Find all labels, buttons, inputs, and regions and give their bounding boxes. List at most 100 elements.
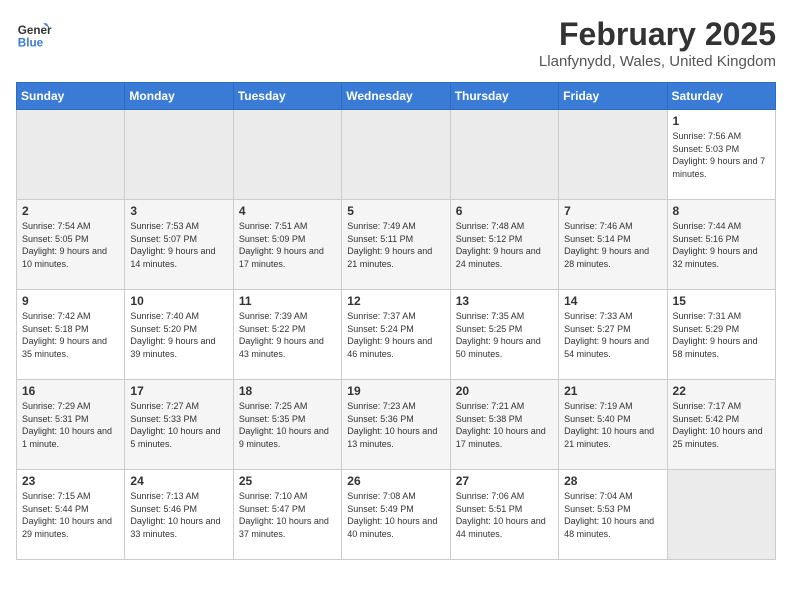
- day-number: 12: [347, 294, 444, 308]
- cell-info-text: Sunrise: 7:27 AM Sunset: 5:33 PM Dayligh…: [130, 400, 227, 450]
- day-number: 16: [22, 384, 119, 398]
- cell-info-text: Sunrise: 7:44 AM Sunset: 5:16 PM Dayligh…: [673, 220, 770, 270]
- calendar-cell: 28 Sunrise: 7:04 AM Sunset: 5:53 PM Dayli…: [559, 470, 667, 560]
- cell-info-text: Sunrise: 7:29 AM Sunset: 5:31 PM Dayligh…: [22, 400, 119, 450]
- calendar-cell: [233, 110, 341, 200]
- cell-info-text: Sunrise: 7:39 AM Sunset: 5:22 PM Dayligh…: [239, 310, 336, 360]
- calendar-cell: 8 Sunrise: 7:44 AM Sunset: 5:16 PM Daylig…: [667, 200, 775, 290]
- day-number: 21: [564, 384, 661, 398]
- calendar-cell: [125, 110, 233, 200]
- day-number: 15: [673, 294, 770, 308]
- calendar-cell: 15 Sunrise: 7:31 AM Sunset: 5:29 PM Dayli…: [667, 290, 775, 380]
- cell-info-text: Sunrise: 7:49 AM Sunset: 5:11 PM Dayligh…: [347, 220, 444, 270]
- calendar-cell: [450, 110, 558, 200]
- cell-info-text: Sunrise: 7:51 AM Sunset: 5:09 PM Dayligh…: [239, 220, 336, 270]
- day-number: 22: [673, 384, 770, 398]
- day-number: 3: [130, 204, 227, 218]
- day-number: 11: [239, 294, 336, 308]
- cell-info-text: Sunrise: 7:10 AM Sunset: 5:47 PM Dayligh…: [239, 490, 336, 540]
- header: General Blue February 2025 Llanfynydd, W…: [16, 16, 776, 70]
- calendar-cell: 24 Sunrise: 7:13 AM Sunset: 5:46 PM Dayli…: [125, 470, 233, 560]
- weekday-header-wednesday: Wednesday: [342, 83, 450, 110]
- day-number: 28: [564, 474, 661, 488]
- day-number: 4: [239, 204, 336, 218]
- calendar-cell: 14 Sunrise: 7:33 AM Sunset: 5:27 PM Dayli…: [559, 290, 667, 380]
- cell-info-text: Sunrise: 7:19 AM Sunset: 5:40 PM Dayligh…: [564, 400, 661, 450]
- weekday-header-monday: Monday: [125, 83, 233, 110]
- calendar-cell: [667, 470, 775, 560]
- weekday-header-row: SundayMondayTuesdayWednesdayThursdayFrid…: [17, 83, 776, 110]
- day-number: 13: [456, 294, 553, 308]
- calendar-cell: 17Sunrise: 7:27 AM Sunset: 5:33 PM Dayli…: [125, 380, 233, 470]
- cell-info-text: Sunrise: 7:04 AM Sunset: 5:53 PM Dayligh…: [564, 490, 661, 540]
- cell-info-text: Sunrise: 7:08 AM Sunset: 5:49 PM Dayligh…: [347, 490, 444, 540]
- calendar-cell: 25Sunrise: 7:10 AM Sunset: 5:47 PM Dayli…: [233, 470, 341, 560]
- day-number: 26: [347, 474, 444, 488]
- calendar-cell: 2 Sunrise: 7:54 AM Sunset: 5:05 PM Daylig…: [17, 200, 125, 290]
- calendar-subtitle: Llanfynydd, Wales, United Kingdom: [539, 53, 776, 70]
- cell-info-text: Sunrise: 7:17 AM Sunset: 5:42 PM Dayligh…: [673, 400, 770, 450]
- calendar-cell: 9 Sunrise: 7:42 AM Sunset: 5:18 PM Daylig…: [17, 290, 125, 380]
- calendar-week-5: 23 Sunrise: 7:15 AM Sunset: 5:44 PM Dayli…: [17, 470, 776, 560]
- calendar-week-2: 2 Sunrise: 7:54 AM Sunset: 5:05 PM Daylig…: [17, 200, 776, 290]
- day-number: 6: [456, 204, 553, 218]
- cell-info-text: Sunrise: 7:21 AM Sunset: 5:38 PM Dayligh…: [456, 400, 553, 450]
- cell-info-text: Sunrise: 7:53 AM Sunset: 5:07 PM Dayligh…: [130, 220, 227, 270]
- calendar-cell: 4 Sunrise: 7:51 AM Sunset: 5:09 PM Daylig…: [233, 200, 341, 290]
- weekday-header-friday: Friday: [559, 83, 667, 110]
- day-number: 14: [564, 294, 661, 308]
- cell-info-text: Sunrise: 7:54 AM Sunset: 5:05 PM Dayligh…: [22, 220, 119, 270]
- day-number: 20: [456, 384, 553, 398]
- calendar-week-4: 16 Sunrise: 7:29 AM Sunset: 5:31 PM Dayli…: [17, 380, 776, 470]
- calendar-cell: 22 Sunrise: 7:17 AM Sunset: 5:42 PM Dayli…: [667, 380, 775, 470]
- calendar-cell: 10 Sunrise: 7:40 AM Sunset: 5:20 PM Dayli…: [125, 290, 233, 380]
- calendar-cell: 5 Sunrise: 7:49 AM Sunset: 5:11 PM Daylig…: [342, 200, 450, 290]
- day-number: 8: [673, 204, 770, 218]
- cell-info-text: Sunrise: 7:42 AM Sunset: 5:18 PM Dayligh…: [22, 310, 119, 360]
- cell-info-text: Sunrise: 7:15 AM Sunset: 5:44 PM Dayligh…: [22, 490, 119, 540]
- weekday-header-tuesday: Tuesday: [233, 83, 341, 110]
- day-number: 1: [673, 114, 770, 128]
- cell-info-text: Sunrise: 7:13 AM Sunset: 5:46 PM Dayligh…: [130, 490, 227, 540]
- weekday-header-thursday: Thursday: [450, 83, 558, 110]
- cell-info-text: Sunrise: 7:25 AM Sunset: 5:35 PM Dayligh…: [239, 400, 336, 450]
- day-number: 19: [347, 384, 444, 398]
- cell-info-text: Sunrise: 7:46 AM Sunset: 5:14 PM Dayligh…: [564, 220, 661, 270]
- cell-info-text: Sunrise: 7:06 AM Sunset: 5:51 PM Dayligh…: [456, 490, 553, 540]
- calendar-cell: 1Sunrise: 7:56 AM Sunset: 5:03 PM Daylig…: [667, 110, 775, 200]
- calendar-cell: 21 Sunrise: 7:19 AM Sunset: 5:40 PM Dayli…: [559, 380, 667, 470]
- day-number: 7: [564, 204, 661, 218]
- cell-info-text: Sunrise: 7:35 AM Sunset: 5:25 PM Dayligh…: [456, 310, 553, 360]
- cell-info-text: Sunrise: 7:31 AM Sunset: 5:29 PM Dayligh…: [673, 310, 770, 360]
- calendar-cell: 3 Sunrise: 7:53 AM Sunset: 5:07 PM Daylig…: [125, 200, 233, 290]
- calendar-week-1: 1Sunrise: 7:56 AM Sunset: 5:03 PM Daylig…: [17, 110, 776, 200]
- day-number: 24: [130, 474, 227, 488]
- cell-info-text: Sunrise: 7:23 AM Sunset: 5:36 PM Dayligh…: [347, 400, 444, 450]
- weekday-header-sunday: Sunday: [17, 83, 125, 110]
- day-number: 23: [22, 474, 119, 488]
- calendar-cell: 18 Sunrise: 7:25 AM Sunset: 5:35 PM Dayli…: [233, 380, 341, 470]
- day-number: 9: [22, 294, 119, 308]
- logo: General Blue: [16, 16, 52, 52]
- cell-info-text: Sunrise: 7:40 AM Sunset: 5:20 PM Dayligh…: [130, 310, 227, 360]
- calendar-cell: 7 Sunrise: 7:46 AM Sunset: 5:14 PM Daylig…: [559, 200, 667, 290]
- calendar-cell: [559, 110, 667, 200]
- calendar-cell: 27 Sunrise: 7:06 AM Sunset: 5:51 PM Dayli…: [450, 470, 558, 560]
- day-number: 18: [239, 384, 336, 398]
- day-number: 10: [130, 294, 227, 308]
- svg-text:Blue: Blue: [18, 37, 44, 50]
- calendar-cell: [342, 110, 450, 200]
- cell-info-text: Sunrise: 7:48 AM Sunset: 5:12 PM Dayligh…: [456, 220, 553, 270]
- calendar-cell: 23 Sunrise: 7:15 AM Sunset: 5:44 PM Dayli…: [17, 470, 125, 560]
- calendar-week-3: 9 Sunrise: 7:42 AM Sunset: 5:18 PM Daylig…: [17, 290, 776, 380]
- day-number: 2: [22, 204, 119, 218]
- calendar-cell: 12Sunrise: 7:37 AM Sunset: 5:24 PM Dayli…: [342, 290, 450, 380]
- day-number: 5: [347, 204, 444, 218]
- calendar-table: SundayMondayTuesdayWednesdayThursdayFrid…: [16, 82, 776, 560]
- day-number: 27: [456, 474, 553, 488]
- title-block: February 2025 Llanfynydd, Wales, United …: [539, 16, 776, 70]
- cell-info-text: Sunrise: 7:33 AM Sunset: 5:27 PM Dayligh…: [564, 310, 661, 360]
- calendar-cell: 19 Sunrise: 7:23 AM Sunset: 5:36 PM Dayli…: [342, 380, 450, 470]
- calendar-cell: 26 Sunrise: 7:08 AM Sunset: 5:49 PM Dayli…: [342, 470, 450, 560]
- calendar-cell: 6 Sunrise: 7:48 AM Sunset: 5:12 PM Daylig…: [450, 200, 558, 290]
